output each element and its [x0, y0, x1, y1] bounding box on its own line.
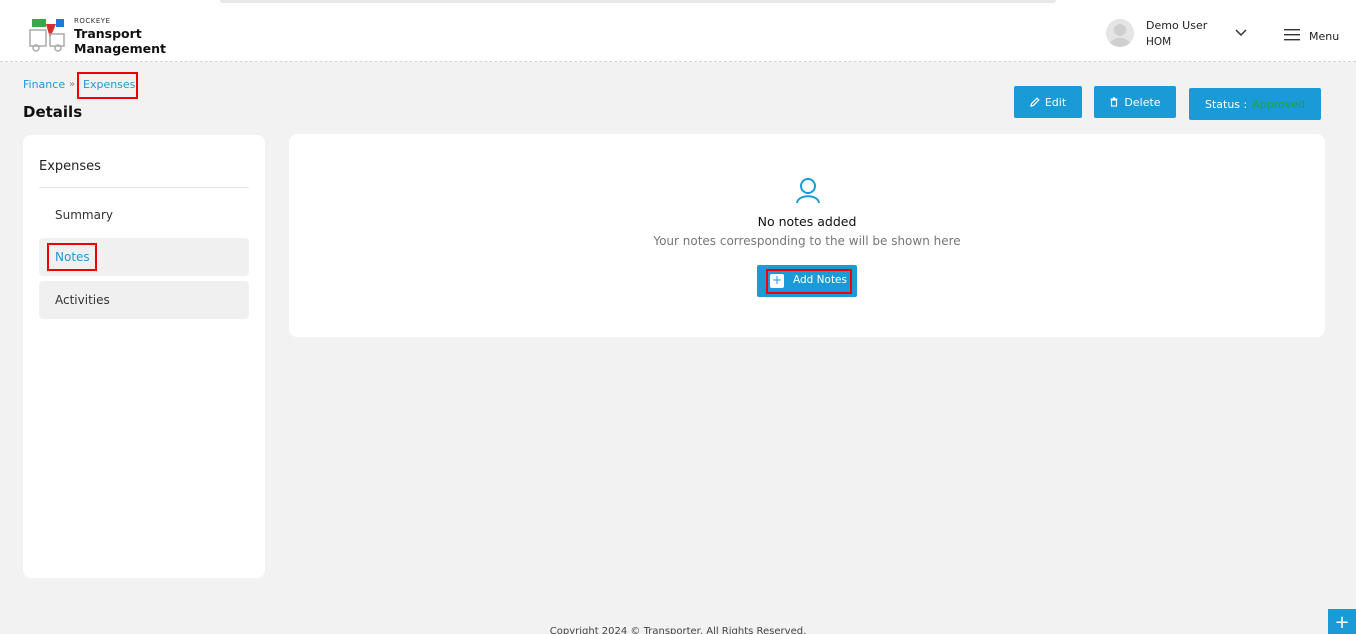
empty-state-title: No notes added [757, 214, 857, 229]
user-avatar-icon [1109, 24, 1131, 47]
sidebar-item-label: Activities [55, 293, 110, 307]
hamburger-menu-icon[interactable] [1284, 28, 1300, 42]
pencil-icon [1030, 97, 1040, 107]
trash-icon [1110, 97, 1118, 107]
brand-small-text: ROCKEYE [74, 17, 111, 25]
edit-button[interactable]: Edit [1014, 86, 1082, 118]
brand-title-line2: Management [74, 41, 167, 56]
user-outline-icon [796, 178, 820, 204]
delete-button[interactable]: Delete [1094, 86, 1176, 118]
chevron-down-icon[interactable] [1234, 28, 1248, 38]
header-top-strip [220, 0, 1056, 3]
page-title: Details [23, 103, 83, 121]
sidebar-title: Expenses [39, 159, 101, 174]
top-header: ROCKEYE Transport Management Demo User H… [0, 0, 1356, 62]
brand-title-line1: Transport [74, 26, 142, 41]
sidebar-item-summary[interactable]: Summary [39, 196, 249, 234]
user-avatar[interactable] [1106, 19, 1134, 47]
sidebar-divider [39, 187, 249, 188]
breadcrumb-separator: » [69, 79, 76, 90]
floating-add-button[interactable]: + [1328, 609, 1356, 634]
highlight-box-breadcrumb [77, 72, 138, 99]
sidebar-item-label: Summary [55, 208, 113, 222]
status-value: Approved [1252, 97, 1306, 111]
highlight-box-add-notes [766, 269, 852, 294]
menu-label[interactable]: Menu [1309, 30, 1339, 43]
user-role: HOM [1146, 36, 1172, 48]
footer-copyright: Copyright 2024 © Transporter. All Rights… [549, 626, 807, 634]
sidebar-item-notes[interactable]: Notes [39, 238, 249, 276]
user-name[interactable]: Demo User [1146, 19, 1207, 32]
empty-state-description: Your notes corresponding to the will be … [653, 234, 961, 248]
notes-panel: No notes added Your notes corresponding … [289, 134, 1325, 337]
truck-logo-icon [29, 19, 65, 52]
status-button[interactable]: Status : Approved [1189, 88, 1321, 120]
edit-button-label: Edit [1044, 95, 1067, 109]
status-label: Status : [1204, 97, 1248, 111]
breadcrumb-finance[interactable]: Finance [23, 78, 65, 91]
delete-button-label: Delete [1124, 95, 1161, 109]
highlight-box-notes [47, 243, 97, 271]
sidebar-card: Expenses Summary Notes Activities [23, 135, 265, 578]
add-notes-button[interactable]: + Add Notes [757, 265, 857, 297]
sidebar-item-activities[interactable]: Activities [39, 281, 249, 319]
